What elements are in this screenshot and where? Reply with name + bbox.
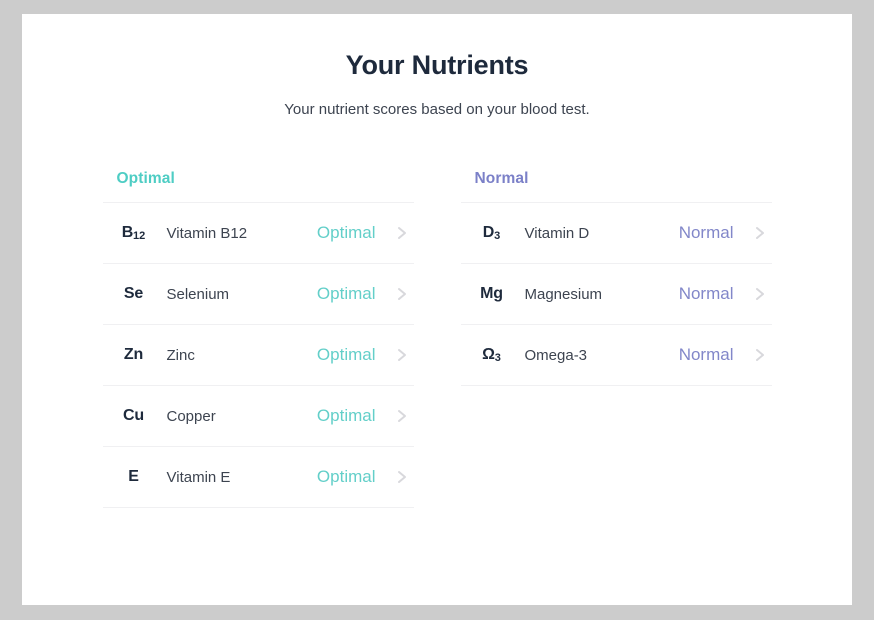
status-badge: Normal [678, 223, 734, 242]
nutrient-name: Magnesium [524, 285, 603, 303]
nutrient-symbol: D3 [461, 224, 523, 242]
chevron-right-icon[interactable] [748, 345, 772, 365]
nutrient-row[interactable]: Cu Copper Optimal [102, 386, 414, 447]
nutrient-symbol-text: Zn [123, 346, 144, 363]
nutrient-symbol: Cu [103, 407, 165, 425]
nutrient-symbol-text: Cu [123, 407, 144, 424]
nutrient-row[interactable]: Mg Magnesium Normal [460, 264, 772, 325]
nutrient-row[interactable]: Zn Zinc Optimal [102, 325, 414, 386]
nutrient-name: Selenium [166, 285, 230, 303]
status-badge: Optimal [316, 284, 376, 303]
chevron-right-icon[interactable] [748, 284, 772, 304]
nutrient-row[interactable]: E Vitamin E Optimal [102, 447, 414, 508]
nutrient-name: Omega-3 [524, 346, 588, 364]
nutrients-card: Your Nutrients Your nutrient scores base… [22, 14, 852, 605]
nutrient-symbol: Ω3 [461, 346, 523, 364]
nutrient-symbol: Mg [461, 285, 523, 303]
page-title: Your Nutrients [345, 50, 529, 80]
status-badge: Optimal [316, 467, 376, 486]
chevron-right-icon[interactable] [748, 223, 772, 243]
status-badge: Normal [678, 284, 734, 303]
nutrient-symbol-subscript: 3 [494, 230, 501, 242]
nutrient-symbol: E [103, 468, 165, 486]
page-subtitle: Your nutrient scores based on your blood… [284, 101, 590, 118]
nutrient-name: Copper [166, 407, 216, 425]
nutrient-column-normal: Normal D3 Vitamin D Normal Mg Magnesium Normal… [460, 170, 772, 508]
nutrient-columns: Optimal B12 Vitamin B12 Optimal Se Selenium Op… [22, 170, 852, 508]
status-badge: Normal [678, 345, 734, 364]
nutrient-row[interactable]: Ω3 Omega-3 Normal [460, 325, 772, 386]
nutrient-row[interactable]: Se Selenium Optimal [102, 264, 414, 325]
column-heading: Optimal [116, 170, 175, 187]
column-heading: Normal [474, 170, 529, 187]
nutrient-symbol: Se [103, 285, 165, 303]
nutrient-list: B12 Vitamin B12 Optimal Se Selenium Optimal Zn… [102, 202, 414, 508]
status-badge: Optimal [316, 406, 376, 425]
status-badge: Optimal [316, 223, 376, 242]
nutrient-symbol-subscript: 12 [133, 230, 146, 242]
nutrient-name: Vitamin B12 [166, 224, 248, 242]
nutrient-row[interactable]: B12 Vitamin B12 Optimal [102, 203, 414, 264]
nutrient-name: Vitamin E [166, 468, 231, 486]
chevron-right-icon[interactable] [390, 345, 414, 365]
chevron-right-icon[interactable] [390, 406, 414, 426]
status-badge: Optimal [316, 345, 376, 364]
nutrient-symbol-text: D [482, 224, 495, 241]
nutrient-symbol: B12 [103, 224, 165, 242]
nutrient-name: Vitamin D [524, 224, 590, 242]
nutrient-symbol-text: B [121, 224, 134, 241]
nutrient-symbol: Zn [103, 346, 165, 364]
nutrient-column-optimal: Optimal B12 Vitamin B12 Optimal Se Selenium Op… [102, 170, 414, 508]
nutrient-symbol-subscript: 3 [494, 352, 501, 364]
nutrient-symbol-text: Se [123, 285, 144, 302]
nutrient-symbol-text: E [128, 468, 139, 485]
nutrient-name: Zinc [166, 346, 195, 364]
nutrient-list: D3 Vitamin D Normal Mg Magnesium Normal Ω3 Omeg… [460, 202, 772, 386]
nutrient-symbol-text: Mg [480, 285, 503, 302]
chevron-right-icon[interactable] [390, 223, 414, 243]
nutrient-symbol-text: Ω [482, 346, 495, 363]
chevron-right-icon[interactable] [390, 467, 414, 487]
nutrient-row[interactable]: D3 Vitamin D Normal [460, 203, 772, 264]
chevron-right-icon[interactable] [390, 284, 414, 304]
